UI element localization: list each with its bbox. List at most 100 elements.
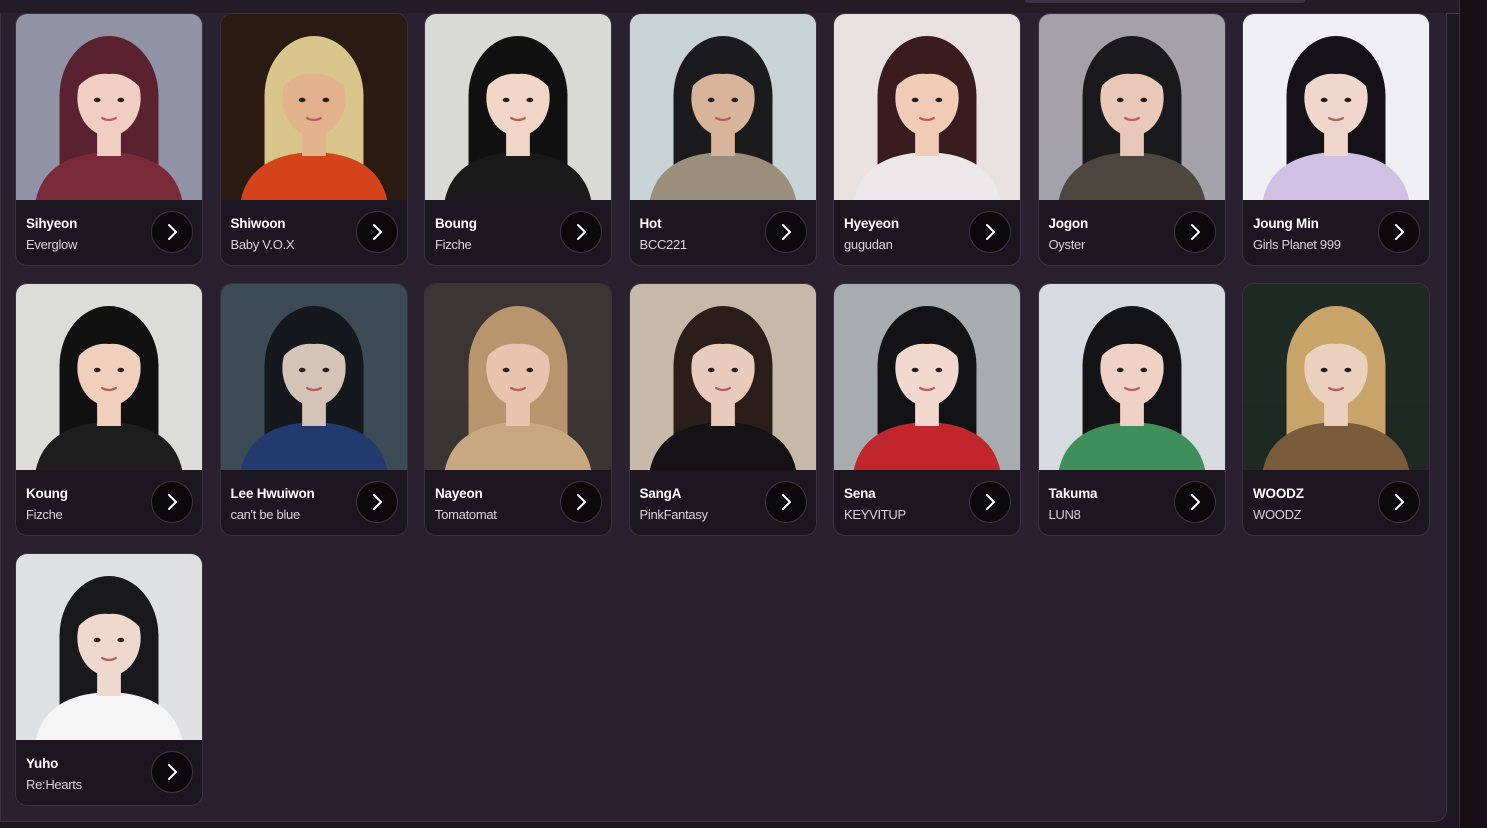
artist-info: Sena KEYVITUP: [834, 470, 1020, 535]
chevron-right-icon: [781, 224, 791, 240]
chevron-right-icon: [1190, 224, 1200, 240]
artist-photo: [425, 284, 611, 470]
open-artist-button[interactable]: [1378, 481, 1420, 523]
artist-info: Yuho Re:Hearts: [16, 740, 202, 805]
artist-info: Hot BCC221: [630, 200, 816, 265]
open-artist-button[interactable]: [560, 481, 602, 523]
artist-card[interactable]: Nayeon Tomatomat: [424, 283, 612, 536]
chevron-right-icon: [1395, 224, 1404, 240]
artist-card[interactable]: Joung Min Girls Planet 999: [1242, 13, 1430, 266]
artist-group: can't be blue: [230, 507, 301, 522]
chevron-right-icon: [372, 224, 382, 240]
artist-info: Boung Fizche: [425, 200, 611, 265]
artist-group: Fizche: [26, 507, 63, 522]
artist-photo: [629, 14, 816, 200]
artist-name: Lee Hwuiwon: [230, 486, 315, 501]
artist-card[interactable]: Jogon Oyster: [1037, 13, 1226, 266]
top-tab-edge: [1025, 0, 1305, 3]
portrait-illustration: [425, 284, 611, 470]
open-artist-button[interactable]: [355, 481, 398, 523]
open-artist-button[interactable]: [764, 211, 807, 253]
portrait-illustration: [16, 14, 202, 200]
portrait-illustration: [220, 14, 407, 200]
artist-photo: [425, 14, 611, 200]
artist-name: Joung Min: [1253, 216, 1319, 231]
artist-name: Yuho: [26, 756, 59, 771]
artist-group: PinkFantasy: [639, 507, 709, 522]
open-artist-button[interactable]: [969, 481, 1011, 523]
artist-photo: [220, 284, 407, 470]
artist-photo: [834, 14, 1020, 200]
portrait-illustration: [1243, 284, 1429, 470]
chevron-right-icon: [1395, 494, 1404, 510]
artist-grid: Sihyeon Everglow Shiwoon Baby V.O.X Boun…: [15, 13, 1430, 806]
artist-group: Fizche: [435, 237, 472, 252]
artist-name: Shiwoon: [230, 216, 286, 231]
portrait-illustration: [834, 14, 1020, 200]
open-artist-button[interactable]: [355, 211, 398, 253]
artist-info: Hyeyeon gugudan: [834, 200, 1020, 265]
chevron-right-icon: [577, 224, 586, 240]
artist-card[interactable]: Hyeyeon gugudan: [833, 13, 1021, 266]
artist-info: Koung Fizche: [16, 470, 202, 535]
artist-photo: [16, 284, 202, 470]
artist-photo: [834, 284, 1020, 470]
artist-info: SangA PinkFantasy: [630, 470, 816, 535]
artist-group: LUN8: [1048, 507, 1081, 522]
artist-name: Hot: [639, 216, 662, 231]
artist-group: Tomatomat: [435, 507, 497, 522]
artist-info: Nayeon Tomatomat: [425, 470, 611, 535]
artist-group: Girls Planet 999: [1253, 237, 1341, 252]
artist-group: Baby V.O.X: [230, 237, 295, 252]
portrait-illustration: [16, 284, 202, 470]
portrait-illustration: [629, 14, 816, 200]
open-artist-button[interactable]: [151, 211, 193, 253]
artist-card[interactable]: Shiwoon Baby V.O.X: [219, 13, 408, 266]
artist-group: Oyster: [1048, 237, 1086, 252]
portrait-illustration: [1038, 284, 1225, 470]
artist-photo: [1038, 284, 1225, 470]
chevron-right-icon: [986, 224, 995, 240]
artist-photo: [16, 554, 202, 740]
artist-card[interactable]: Sihyeon Everglow: [15, 13, 203, 266]
chevron-right-icon: [372, 494, 382, 510]
artist-info: Sihyeon Everglow: [16, 200, 202, 265]
artist-photo: [16, 14, 202, 200]
artist-name: Takuma: [1048, 486, 1098, 501]
artist-name: Koung: [26, 486, 68, 501]
artist-photo: [1243, 284, 1429, 470]
open-artist-button[interactable]: [969, 211, 1011, 253]
artist-card[interactable]: Yuho Re:Hearts: [15, 553, 203, 806]
open-artist-button[interactable]: [1173, 211, 1216, 253]
portrait-illustration: [1243, 14, 1429, 200]
portrait-illustration: [629, 284, 816, 470]
open-artist-button[interactable]: [151, 751, 193, 793]
artist-card[interactable]: Takuma LUN8: [1037, 283, 1226, 536]
open-artist-button[interactable]: [151, 481, 193, 523]
artist-name: Boung: [435, 216, 477, 231]
artist-group: WOODZ: [1253, 507, 1302, 522]
open-artist-button[interactable]: [560, 211, 602, 253]
chevron-right-icon: [577, 494, 586, 510]
artist-card[interactable]: Sena KEYVITUP: [833, 283, 1021, 536]
artist-info: Takuma LUN8: [1039, 470, 1225, 535]
open-artist-button[interactable]: [1378, 211, 1420, 253]
artist-group: Everglow: [26, 237, 78, 252]
open-artist-button[interactable]: [1173, 481, 1216, 523]
artist-name: SangA: [639, 486, 682, 501]
artist-card[interactable]: Koung Fizche: [15, 283, 203, 536]
artist-photo: [1243, 14, 1429, 200]
right-scroll-rail[interactable]: [1459, 0, 1487, 828]
chevron-right-icon: [986, 494, 995, 510]
artist-info: Jogon Oyster: [1039, 200, 1225, 265]
artist-card[interactable]: Boung Fizche: [424, 13, 612, 266]
artist-card[interactable]: SangA PinkFantasy: [628, 283, 817, 536]
artist-group: BCC221: [639, 237, 688, 252]
artist-name: Sihyeon: [26, 216, 78, 231]
artist-card[interactable]: WOODZ WOODZ: [1242, 283, 1430, 536]
artist-card[interactable]: Hot BCC221: [628, 13, 817, 266]
artist-name: Nayeon: [435, 486, 483, 501]
artist-card[interactable]: Lee Hwuiwon can't be blue: [219, 283, 408, 536]
open-artist-button[interactable]: [764, 481, 807, 523]
artist-name: WOODZ: [1253, 486, 1304, 501]
